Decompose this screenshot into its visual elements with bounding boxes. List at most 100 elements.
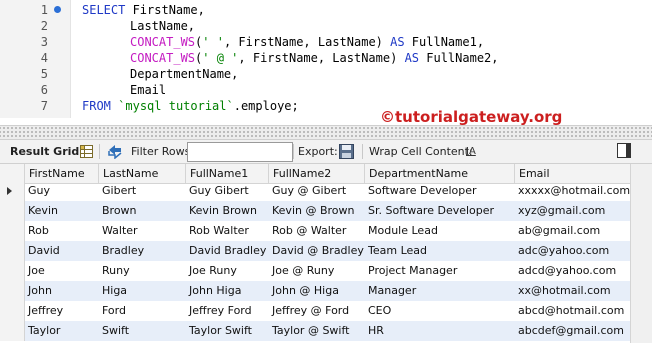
row-selector[interactable] — [0, 321, 25, 341]
refresh-icon[interactable] — [107, 144, 123, 162]
line-number: 1 — [40, 3, 48, 17]
cell-firstname[interactable]: Jeffrey — [24, 301, 98, 321]
table-row[interactable]: Guy Gibert Guy Gibert Guy @ Gibert Softw… — [0, 181, 630, 201]
row-selector[interactable] — [0, 181, 25, 201]
row-selector[interactable] — [0, 261, 25, 281]
cell-email[interactable]: xxxxx@hotmail.com — [514, 181, 630, 201]
table-row[interactable]: Kevin Brown Kevin Brown Kevin @ Brown Sr… — [0, 201, 630, 221]
cell-fullname2[interactable]: Jeffrey @ Ford — [268, 301, 364, 321]
table-row[interactable]: John Higa John Higa John @ Higa Manager … — [0, 281, 630, 301]
code-line-3: 3 CONCAT_WS(' ', FirstName, LastName) AS… — [0, 34, 652, 50]
cell-departmentname[interactable]: Manager — [364, 281, 514, 301]
line-number: 3 — [40, 35, 48, 49]
row-selector[interactable] — [0, 201, 25, 221]
cell-lastname[interactable]: Swift — [98, 321, 185, 341]
line-number: 4 — [40, 51, 48, 65]
cell-firstname[interactable]: Kevin — [24, 201, 98, 221]
cell-fullname1[interactable]: John Higa — [185, 281, 268, 301]
code-line-5: 5 DepartmentName, — [0, 66, 652, 82]
cell-fullname1[interactable]: Jeffrey Ford — [185, 301, 268, 321]
cell-fullname2[interactable]: John @ Higa — [268, 281, 364, 301]
filter-rows-input[interactable] — [187, 142, 293, 162]
vertical-scrollbar[interactable] — [630, 164, 652, 343]
table-row[interactable]: Taylor Swift Taylor Swift Taylor @ Swift… — [0, 321, 630, 341]
cell-firstname[interactable]: Rob — [24, 221, 98, 241]
cell-fullname2[interactable]: Taylor @ Swift — [268, 321, 364, 341]
cell-fullname1[interactable]: Rob Walter — [185, 221, 268, 241]
line-number: 6 — [40, 83, 48, 97]
panel-splitter[interactable] — [0, 125, 652, 140]
row-selector[interactable] — [0, 221, 25, 241]
filter-rows-label: Filter Rows: — [131, 145, 195, 158]
cell-email[interactable]: adc@yahoo.com — [514, 241, 630, 261]
cell-firstname[interactable]: David — [24, 241, 98, 261]
cell-lastname[interactable]: Gibert — [98, 181, 185, 201]
cell-fullname2[interactable]: Kevin @ Brown — [268, 201, 364, 221]
cell-firstname[interactable]: Joe — [24, 261, 98, 281]
cell-departmentname[interactable]: CEO — [364, 301, 514, 321]
cell-fullname1[interactable]: Taylor Swift — [185, 321, 268, 341]
cell-fullname2[interactable]: Joe @ Runy — [268, 261, 364, 281]
cell-fullname1[interactable]: Joe Runy — [185, 261, 268, 281]
cell-lastname[interactable]: Walter — [98, 221, 185, 241]
cell-email[interactable]: adcd@yahoo.com — [514, 261, 630, 281]
table-row[interactable]: Rob Walter Rob Walter Rob @ Walter Modul… — [0, 221, 630, 241]
table-row[interactable]: Jeffrey Ford Jeffrey Ford Jeffrey @ Ford… — [0, 301, 630, 321]
cell-lastname[interactable]: Bradley — [98, 241, 185, 261]
cell-fullname2[interactable]: Guy @ Gibert — [268, 181, 364, 201]
row-selector[interactable] — [0, 301, 25, 321]
wrap-cell-content-label: Wrap Cell Content: — [369, 145, 473, 158]
code-line-2: 2 LastName, — [0, 18, 652, 34]
cell-lastname[interactable]: Higa — [98, 281, 185, 301]
line-number: 5 — [40, 67, 48, 81]
statement-marker-icon — [54, 6, 61, 13]
cell-fullname1[interactable]: Kevin Brown — [185, 201, 268, 221]
toolbar-separator — [99, 144, 100, 159]
watermark: ©tutorialgateway.org — [380, 108, 563, 126]
cell-firstname[interactable]: Guy — [24, 181, 98, 201]
cell-lastname[interactable]: Runy — [98, 261, 185, 281]
toolbar-separator — [293, 144, 294, 159]
line-number: 2 — [40, 19, 48, 33]
save-icon[interactable] — [339, 144, 354, 162]
export-label: Export: — [298, 145, 338, 158]
code-text: CONCAT_WS(' ', FirstName, LastName) AS F… — [130, 35, 485, 49]
cell-email[interactable]: ab@gmail.com — [514, 221, 630, 241]
cell-departmentname[interactable]: Project Manager — [364, 261, 514, 281]
result-toolbar: Result Grid Filter Rows: Export: Wrap Ce… — [0, 140, 652, 164]
table-row[interactable]: Joe Runy Joe Runy Joe @ Runy Project Man… — [0, 261, 630, 281]
result-grid[interactable]: FirstName LastName FullName1 FullName2 D… — [0, 164, 652, 343]
cell-departmentname[interactable]: Sr. Software Developer — [364, 201, 514, 221]
row-selector[interactable] — [0, 241, 25, 261]
cell-departmentname[interactable]: Module Lead — [364, 221, 514, 241]
cell-lastname[interactable]: Brown — [98, 201, 185, 221]
cell-departmentname[interactable]: HR — [364, 321, 514, 341]
grid-icon[interactable] — [80, 145, 93, 161]
code-text: Email — [130, 83, 167, 97]
cell-email[interactable]: xx@hotmail.com — [514, 281, 630, 301]
toolbar-separator — [362, 144, 363, 159]
cell-fullname1[interactable]: Guy Gibert — [185, 181, 268, 201]
cell-email[interactable]: abcd@hotmail.com — [514, 301, 630, 321]
panel-toggle-icon[interactable] — [617, 143, 631, 161]
code-line-1: 1 SELECT FirstName, — [0, 2, 652, 18]
cell-departmentname[interactable]: Team Lead — [364, 241, 514, 261]
cell-fullname1[interactable]: David Bradley — [185, 241, 268, 261]
wrap-icon[interactable]: IA — [466, 140, 476, 163]
cell-email[interactable]: xyz@gmail.com — [514, 201, 630, 221]
cell-fullname2[interactable]: David @ Bradley — [268, 241, 364, 261]
code-text: SELECT FirstName, — [82, 3, 205, 17]
result-grid-tab[interactable]: Result Grid — [10, 140, 79, 163]
cell-firstname[interactable]: John — [24, 281, 98, 301]
code-line-6: 6 Email — [0, 82, 652, 98]
cell-email[interactable]: abcdef@gmail.com — [514, 321, 630, 341]
code-text: LastName, — [130, 19, 196, 33]
cell-fullname2[interactable]: Rob @ Walter — [268, 221, 364, 241]
cell-lastname[interactable]: Ford — [98, 301, 185, 321]
cell-departmentname[interactable]: Software Developer — [364, 181, 514, 201]
cell-firstname[interactable]: Taylor — [24, 321, 98, 341]
code-line-4: 4 CONCAT_WS(' @ ', FirstName, LastName) … — [0, 50, 652, 66]
table-row[interactable]: David Bradley David Bradley David @ Brad… — [0, 241, 630, 261]
sql-editor[interactable]: 1 SELECT FirstName, 2 LastName, 3 CONCAT… — [0, 0, 652, 126]
row-selector[interactable] — [0, 281, 25, 301]
